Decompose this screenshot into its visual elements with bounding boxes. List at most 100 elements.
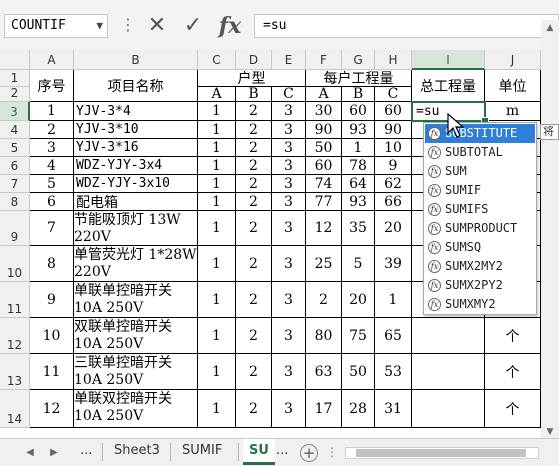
- cell-b[interactable]: 2: [236, 121, 272, 139]
- cell-c[interactable]: 3: [272, 390, 306, 428]
- cell-pa[interactable]: 63: [306, 354, 342, 390]
- column-header-c[interactable]: C: [198, 50, 236, 70]
- cell-total[interactable]: [412, 390, 485, 428]
- enter-check-icon[interactable]: ✓: [177, 12, 209, 40]
- row-header-9[interactable]: 9: [0, 211, 30, 246]
- cell-pa[interactable]: 30: [306, 102, 342, 121]
- header-sub-5[interactable]: C: [375, 87, 412, 102]
- cell-pc[interactable]: 9: [375, 157, 412, 175]
- cell-a[interactable]: 1: [198, 390, 236, 428]
- cell-item-name[interactable]: 双联单控暗开关 10A 250V: [74, 318, 198, 354]
- cell-pb[interactable]: 93: [342, 193, 375, 211]
- cell-b[interactable]: 2: [236, 211, 272, 246]
- cell-c[interactable]: 3: [272, 246, 306, 282]
- autocomplete-item-sum[interactable]: fx SUM: [425, 162, 535, 181]
- cell-item-name[interactable]: 单联双控暗开关 10A 250V: [74, 390, 198, 428]
- column-header-d[interactable]: D: [236, 50, 272, 70]
- cell-pb[interactable]: 5: [342, 246, 375, 282]
- cell-item-name[interactable]: 节能吸顶灯 13W 220V: [74, 211, 198, 246]
- autocomplete-item-subtotal[interactable]: fx SUBTOTAL: [425, 143, 535, 162]
- cell-c[interactable]: 3: [272, 139, 306, 157]
- row-header-11[interactable]: 11: [0, 282, 30, 318]
- cell-pc[interactable]: 62: [375, 175, 412, 193]
- scroll-up-icon[interactable]: ▲: [541, 20, 559, 36]
- cell-b[interactable]: 2: [236, 354, 272, 390]
- cell-pa[interactable]: 12: [306, 211, 342, 246]
- cell-seq[interactable]: 1: [30, 102, 74, 121]
- cell-c[interactable]: 3: [272, 175, 306, 193]
- cell-pa[interactable]: 50: [306, 139, 342, 157]
- row-header-2[interactable]: 2: [0, 86, 30, 102]
- cell-pc[interactable]: 39: [375, 246, 412, 282]
- autocomplete-item-sumx2my2[interactable]: fx SUMX2MY2: [425, 257, 535, 276]
- header-sub-2[interactable]: C: [272, 87, 306, 102]
- cell-seq[interactable]: 5: [30, 175, 74, 193]
- sheet-tabs-more-left[interactable]: ...: [74, 439, 98, 465]
- cell-b[interactable]: 2: [236, 246, 272, 282]
- cell-pa[interactable]: 74: [306, 175, 342, 193]
- add-sheet-button[interactable]: +: [300, 444, 318, 462]
- cell-unit[interactable]: m: [485, 102, 541, 121]
- header-per-household[interactable]: 每户工程量: [306, 70, 412, 87]
- column-header-i[interactable]: I: [412, 50, 485, 70]
- column-header-f[interactable]: F: [306, 50, 342, 70]
- row-header-5[interactable]: 5: [0, 139, 30, 157]
- cell-pb[interactable]: 50: [342, 354, 375, 390]
- autocomplete-item-sumif[interactable]: fx SUMIF: [425, 181, 535, 200]
- cell-c[interactable]: 3: [272, 211, 306, 246]
- row-header-7[interactable]: 7: [0, 175, 30, 193]
- cell-seq[interactable]: 2: [30, 121, 74, 139]
- column-header-h[interactable]: H: [375, 50, 412, 70]
- cell-total[interactable]: [412, 354, 485, 390]
- autocomplete-item-substitute[interactable]: fx SUBSTITUTE: [425, 124, 535, 143]
- cell-unit[interactable]: 个: [485, 390, 541, 428]
- cell-seq[interactable]: 8: [30, 246, 74, 282]
- header-total[interactable]: 总工程量: [412, 70, 485, 102]
- cell-pc[interactable]: 90: [375, 121, 412, 139]
- cell-pc[interactable]: 60: [375, 102, 412, 121]
- cell-pb[interactable]: 78: [342, 157, 375, 175]
- cell-pb[interactable]: 35: [342, 211, 375, 246]
- row-header-1[interactable]: 1: [0, 70, 30, 87]
- autocomplete-item-sumxmy2[interactable]: fx SUMXMY2: [425, 295, 535, 314]
- cell-c[interactable]: 3: [272, 157, 306, 175]
- sheet-tabs-more-right[interactable]: ...: [270, 439, 294, 465]
- cell-item-name[interactable]: 单联单控暗开关 10A 250V: [74, 282, 198, 318]
- cell-pb[interactable]: 20: [342, 282, 375, 318]
- cell-pc[interactable]: 20: [375, 211, 412, 246]
- row-header-13[interactable]: 13: [0, 354, 30, 390]
- column-header-j[interactable]: J: [485, 50, 541, 70]
- header-sub-1[interactable]: B: [236, 87, 272, 102]
- cell-b[interactable]: 2: [236, 390, 272, 428]
- cell-item-name[interactable]: YJV-3*16: [74, 139, 198, 157]
- horizontal-scroll-thumb[interactable]: [356, 449, 526, 457]
- cell-item-name[interactable]: WDZ-YJY-3x10: [74, 175, 198, 193]
- cell-pc[interactable]: 31: [375, 390, 412, 428]
- cell-a[interactable]: 1: [198, 157, 236, 175]
- cell-pa[interactable]: 25: [306, 246, 342, 282]
- cell-b[interactable]: 2: [236, 175, 272, 193]
- column-header-g[interactable]: G: [342, 50, 375, 70]
- cell-b[interactable]: 2: [236, 282, 272, 318]
- cell-b[interactable]: 2: [236, 193, 272, 211]
- autocomplete-item-sumifs[interactable]: fx SUMIFS: [425, 200, 535, 219]
- cell-pb[interactable]: 93: [342, 121, 375, 139]
- cell-pa[interactable]: 2: [306, 282, 342, 318]
- header-item-name[interactable]: 项目名称: [74, 70, 198, 102]
- more-options-icon[interactable]: ⋮: [120, 14, 136, 38]
- cell-b[interactable]: 2: [236, 157, 272, 175]
- cell-a[interactable]: 1: [198, 175, 236, 193]
- cell-pb[interactable]: 28: [342, 390, 375, 428]
- formula-input[interactable]: =su: [254, 14, 559, 38]
- cell-seq[interactable]: 12: [30, 390, 74, 428]
- cell-c[interactable]: 3: [272, 193, 306, 211]
- horizontal-scrollbar[interactable]: [345, 447, 539, 459]
- cell-pa[interactable]: 90: [306, 121, 342, 139]
- cell-unit[interactable]: 个: [485, 354, 541, 390]
- cell-seq[interactable]: 4: [30, 157, 74, 175]
- cell-pb[interactable]: 60: [342, 102, 375, 121]
- autocomplete-item-sumx2py2[interactable]: fx SUMX2PY2: [425, 276, 535, 295]
- cell-seq[interactable]: 9: [30, 282, 74, 318]
- cell-pa[interactable]: 80: [306, 318, 342, 354]
- cell-item-name[interactable]: YJV-3*4: [74, 102, 198, 121]
